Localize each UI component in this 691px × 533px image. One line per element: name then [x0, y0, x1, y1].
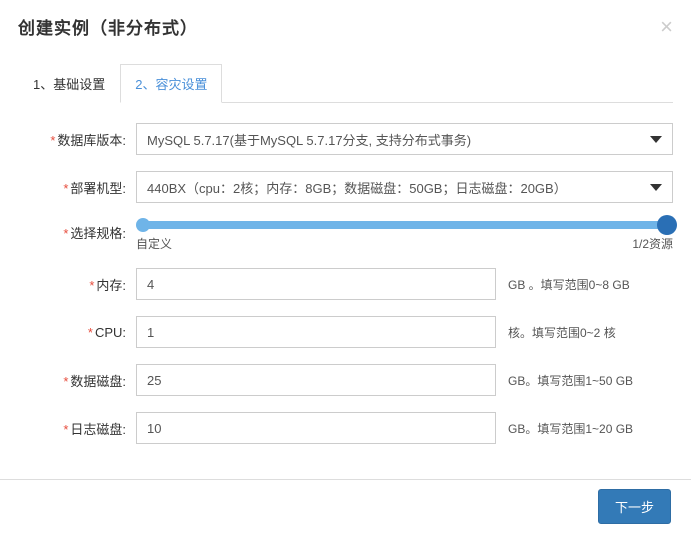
row-memory: *内存: GB 。填写范围0~8 GB	[18, 268, 673, 300]
hint-memory: GB 。填写范围0~8 GB	[508, 276, 630, 293]
chevron-down-icon	[650, 184, 662, 191]
slider-label-right: 1/2资源	[632, 235, 673, 252]
spec-slider-area: 自定义 1/2资源	[136, 219, 673, 252]
log-disk-field[interactable]	[136, 412, 496, 444]
select-machine-type[interactable]: 440BX（cpu：2核；内存：8GB；数据磁盘：50GB；日志磁盘：20GB）	[136, 171, 673, 203]
row-db-version: *数据库版本: MySQL 5.7.17(基于MySQL 5.7.17分支, 支…	[18, 123, 673, 155]
label-db-version: *数据库版本:	[18, 130, 136, 149]
row-data-disk: *数据磁盘: GB。填写范围1~50 GB	[18, 364, 673, 396]
modal-footer: 下一步	[0, 479, 691, 533]
label-memory: *内存:	[18, 275, 136, 294]
close-icon[interactable]: ×	[660, 16, 673, 38]
modal-title: 创建实例（非分布式）	[18, 14, 198, 39]
row-cpu: *CPU: 核。填写范围0~2 核	[18, 316, 673, 348]
label-log-disk: *日志磁盘:	[18, 419, 136, 438]
create-instance-modal: 创建实例（非分布式） × 1、基础设置 2、容灾设置 *数据库版本: MySQL…	[0, 0, 691, 444]
label-machine-type: *部署机型:	[18, 178, 136, 197]
chevron-down-icon	[650, 136, 662, 143]
cpu-field[interactable]	[136, 316, 496, 348]
slider-label-left: 自定义	[136, 235, 172, 252]
tab-bar: 1、基础设置 2、容灾设置	[18, 63, 673, 103]
form-body: *数据库版本: MySQL 5.7.17(基于MySQL 5.7.17分支, 支…	[18, 103, 673, 444]
hint-data-disk: GB。填写范围1~50 GB	[508, 372, 633, 389]
row-log-disk: *日志磁盘: GB。填写范围1~20 GB	[18, 412, 673, 444]
row-machine-type: *部署机型: 440BX（cpu：2核；内存：8GB；数据磁盘：50GB；日志磁…	[18, 171, 673, 203]
modal-header: 创建实例（非分布式） ×	[18, 14, 673, 53]
slider-labels: 自定义 1/2资源	[136, 235, 673, 252]
tab-disaster-recovery[interactable]: 2、容灾设置	[120, 64, 222, 103]
hint-cpu: 核。填写范围0~2 核	[508, 324, 616, 341]
slider-handle[interactable]	[657, 215, 677, 235]
select-db-version-value: MySQL 5.7.17(基于MySQL 5.7.17分支, 支持分布式事务)	[147, 130, 471, 149]
label-spec: *选择规格:	[18, 219, 136, 242]
label-data-disk: *数据磁盘:	[18, 371, 136, 390]
tab-basic-settings[interactable]: 1、基础设置	[18, 64, 120, 103]
select-db-version[interactable]: MySQL 5.7.17(基于MySQL 5.7.17分支, 支持分布式事务)	[136, 123, 673, 155]
hint-log-disk: GB。填写范围1~20 GB	[508, 420, 633, 437]
slider-tick-left	[136, 218, 150, 232]
data-disk-field[interactable]	[136, 364, 496, 396]
row-spec: *选择规格: 自定义 1/2资源	[18, 219, 673, 252]
select-machine-type-value: 440BX（cpu：2核；内存：8GB；数据磁盘：50GB；日志磁盘：20GB）	[147, 178, 567, 197]
memory-field[interactable]	[136, 268, 496, 300]
spec-slider[interactable]	[142, 221, 667, 229]
label-cpu: *CPU:	[18, 325, 136, 340]
next-button[interactable]: 下一步	[598, 489, 671, 524]
